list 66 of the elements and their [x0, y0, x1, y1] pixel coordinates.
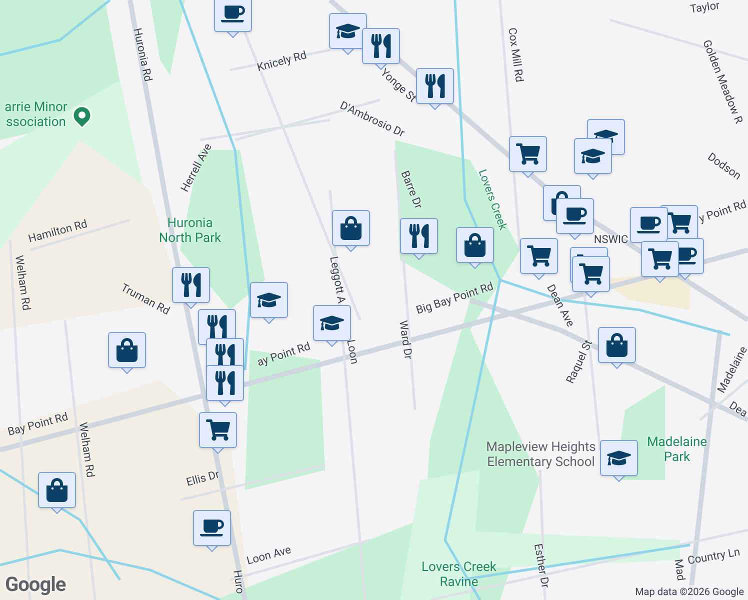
street-label: Big Bay Point Rd	[414, 278, 496, 319]
google-logo: Google	[5, 571, 66, 598]
fork-knife-icon	[213, 344, 237, 368]
street-label: Welham Rd	[11, 254, 34, 312]
shopping-cart-icon	[579, 262, 603, 286]
map-marker[interactable]	[574, 138, 612, 181]
park-label: Madelaine Park	[646, 435, 708, 465]
street-label: Bay Point Rd	[6, 409, 70, 441]
street-label: Loon Ave	[245, 542, 293, 570]
place-label: Mapleview Heights Elementary School	[486, 440, 596, 470]
shopping-cart-icon	[667, 211, 691, 235]
place-pin-icon	[72, 106, 92, 128]
street-label: Ward Dr	[396, 320, 416, 360]
street-label: ay Point Rd	[255, 338, 313, 371]
map-marker[interactable]	[520, 238, 558, 281]
shopping-cart-icon	[527, 244, 551, 268]
shopping-cart-icon	[516, 142, 540, 166]
park-label: Lovers Creek Ravine	[422, 560, 496, 590]
street-label: Knicely Rd	[255, 47, 309, 76]
street-label: Loon	[343, 338, 362, 366]
map-marker[interactable]	[416, 68, 454, 111]
street-label: Dea	[726, 398, 748, 422]
street-label: Huro	[230, 569, 248, 595]
map-attribution: Map data ©2026 Google	[633, 585, 746, 600]
map-marker[interactable]	[556, 198, 594, 241]
map-marker[interactable]	[199, 412, 237, 455]
street-label: Cox Mill Rd	[504, 26, 527, 84]
map-marker[interactable]	[250, 282, 288, 325]
fork-knife-icon	[423, 74, 447, 98]
fork-knife-icon	[407, 224, 431, 248]
map-marker[interactable]	[572, 256, 610, 299]
map-marker[interactable]	[598, 327, 636, 370]
map-marker[interactable]	[214, 0, 252, 39]
street-label: y Point Rd	[697, 196, 748, 228]
fork-knife-icon	[213, 371, 237, 395]
street-label: Barre Dr	[397, 168, 426, 212]
map-marker[interactable]	[38, 472, 76, 515]
street-label: Hamilton Rd	[26, 216, 90, 248]
street-label: Welham Rd	[75, 421, 98, 479]
map-marker[interactable]	[400, 218, 438, 261]
map-marker[interactable]	[329, 13, 367, 56]
fork-knife-icon	[179, 273, 203, 297]
park-label: Huronia North Park	[158, 216, 222, 246]
park-label: arrie Minor ssociation	[4, 100, 68, 130]
street-label: Mad	[670, 558, 688, 582]
map-marker[interactable]	[206, 365, 244, 408]
fork-knife-icon	[205, 315, 229, 339]
street-label: Esther Dr	[530, 542, 554, 590]
map-marker[interactable]	[600, 440, 638, 483]
fork-knife-icon	[369, 34, 393, 58]
map-marker[interactable]	[332, 210, 370, 253]
street-label: NSWIC	[594, 232, 628, 248]
map-marker[interactable]	[193, 510, 231, 553]
street-label: Ellis Dr	[184, 466, 222, 491]
shopping-cart-icon	[648, 247, 672, 271]
shopping-cart-icon	[206, 418, 230, 442]
map-marker[interactable]	[641, 241, 679, 284]
map-marker[interactable]	[108, 332, 146, 375]
street-label: Huronia Rd	[130, 26, 156, 84]
street-label: Country Ln	[686, 544, 742, 570]
street-label: Dean Ave	[543, 282, 578, 330]
street-label: Taylor	[689, 0, 721, 18]
creek-label: Lovers Creek	[474, 167, 511, 233]
street-label: Leggott A	[326, 255, 350, 305]
map-marker[interactable]	[172, 267, 210, 310]
map-marker[interactable]	[509, 136, 547, 179]
